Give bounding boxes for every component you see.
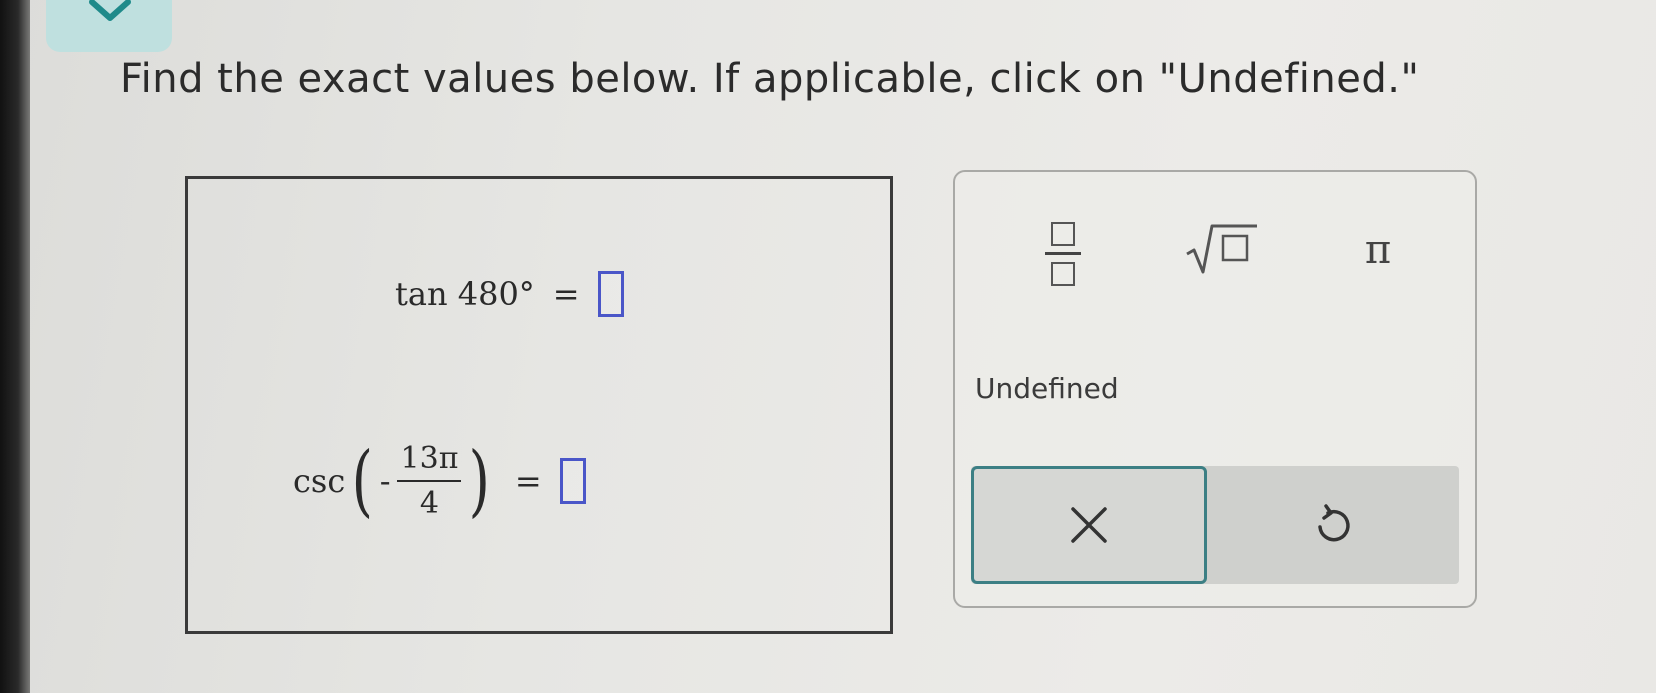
function-label-tan: tan 480° [395, 275, 535, 313]
denominator-box-icon [1051, 262, 1075, 286]
answer-input-tan[interactable] [597, 271, 624, 317]
fraction-template-button[interactable] [1033, 218, 1093, 288]
answer-panel: tan 480° = csc ( - 13π 4 ) = [185, 176, 893, 634]
equals-sign: = [514, 462, 542, 500]
undo-icon [1318, 504, 1350, 542]
problem-row-csc: csc ( - 13π 4 ) = [293, 441, 586, 521]
square-root-button[interactable] [1181, 220, 1261, 276]
fraction-denominator: 4 [419, 486, 439, 521]
question-instructions: Find the exact values below. If applicab… [120, 56, 1420, 102]
action-bar [971, 466, 1459, 584]
screen-bezel [0, 0, 30, 693]
problem-row-tan: tan 480° = [395, 271, 624, 317]
fraction-line-icon [1045, 252, 1081, 255]
undefined-button[interactable]: Undefined [975, 372, 1119, 405]
collapse-toggle-button[interactable] [46, 0, 172, 52]
close-icon [1071, 507, 1107, 543]
function-label-csc: csc [293, 462, 346, 500]
equals-sign: = [552, 275, 580, 313]
square-root-template-icon [1186, 224, 1257, 274]
left-parenthesis: ( [351, 436, 374, 526]
numerator-box-icon [1051, 222, 1075, 246]
math-keypad: π Undefined [953, 170, 1477, 608]
undo-button[interactable] [1207, 466, 1459, 584]
clear-button[interactable] [971, 466, 1207, 584]
right-parenthesis: ) [468, 436, 491, 526]
pi-button[interactable]: π [1348, 222, 1408, 278]
negative-sign: - [379, 462, 391, 500]
fraction-numerator: 13π [400, 441, 459, 476]
fraction: 13π 4 [397, 441, 463, 521]
answer-input-csc[interactable] [559, 458, 586, 504]
chevron-down-icon [89, 0, 131, 21]
